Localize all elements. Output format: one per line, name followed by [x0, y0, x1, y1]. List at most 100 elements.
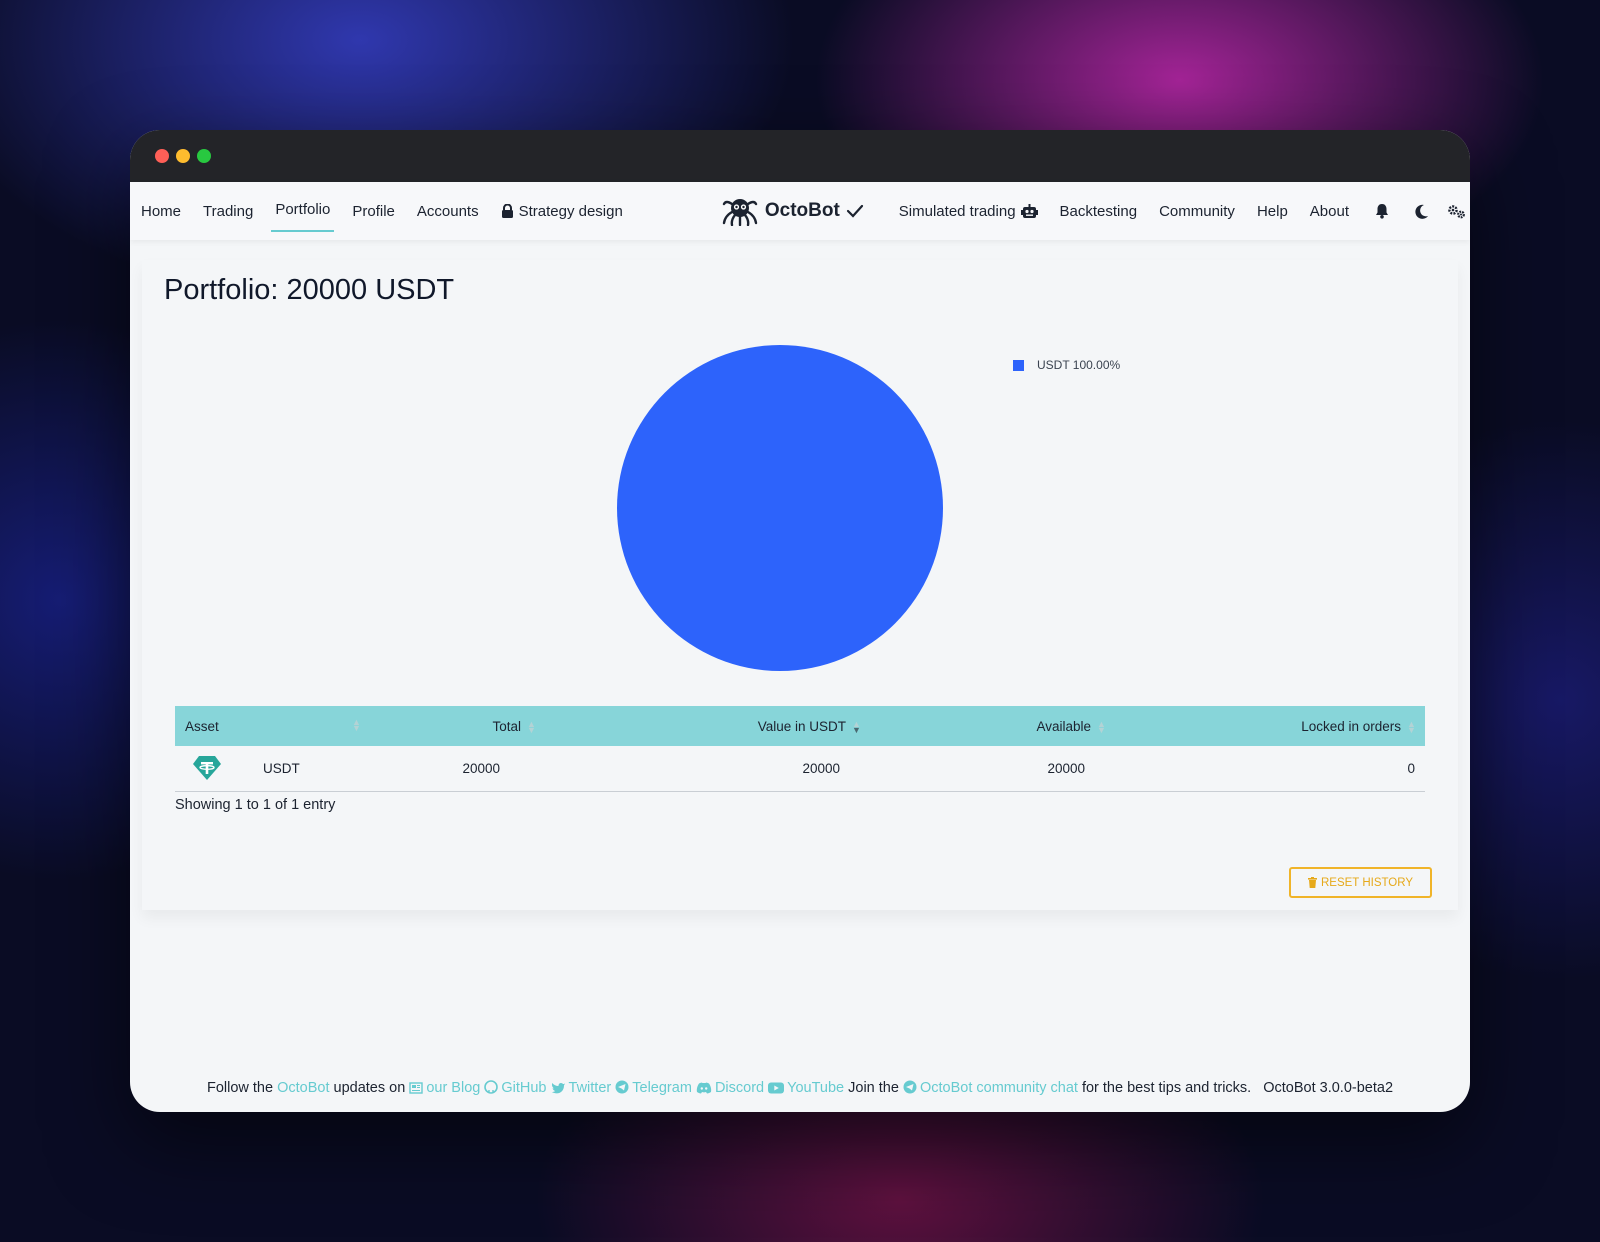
reset-history-label: RESET HISTORY — [1320, 876, 1414, 889]
blog-link[interactable]: our Blog — [409, 1080, 480, 1096]
nav-simulated-trading[interactable]: Simulated trading — [888, 182, 1049, 240]
nav-left-group: Home Trading Portfolio Profile Accounts … — [130, 182, 634, 240]
maximize-window-button[interactable] — [197, 149, 211, 163]
nav-trading-label: Trading — [203, 202, 254, 220]
col-value[interactable]: Value in USDT ▲ ▼ — [545, 706, 870, 746]
gears-icon — [1448, 204, 1465, 218]
nav-help[interactable]: Help — [1246, 182, 1299, 240]
nav-help-label: Help — [1256, 202, 1288, 220]
nav-profile-label: Profile — [352, 202, 395, 220]
newspaper-icon — [409, 1082, 424, 1094]
nav-home[interactable]: Home — [130, 182, 192, 240]
telegram-link[interactable]: Telegram — [615, 1080, 692, 1096]
community-chat-label: OctoBot community chat — [919, 1080, 1078, 1096]
assets-table: Asset ▲ ▼ Total ▲ ▼ Value in USDT ▲ ▼ Availab… — [175, 706, 1425, 792]
twitter-icon — [551, 1082, 565, 1094]
col-available-label: Available — [1036, 718, 1091, 734]
youtube-link[interactable]: YouTube — [768, 1080, 844, 1096]
notifications-button[interactable] — [1366, 182, 1398, 240]
sort-icon: ▲ ▼ — [527, 718, 536, 735]
col-asset[interactable]: Asset ▲ ▼ — [175, 706, 370, 746]
nav-strategy-design[interactable]: Strategy design — [490, 182, 634, 240]
nav-community[interactable]: Community — [1148, 182, 1246, 240]
lock-icon — [501, 203, 513, 218]
cell-asset: USDT — [175, 746, 370, 791]
nav-home-label: Home — [141, 202, 182, 220]
col-available[interactable]: Available ▲ ▼ — [870, 706, 1115, 746]
nav-portfolio-label: Portfolio — [275, 200, 331, 218]
settings-button[interactable] — [1438, 182, 1470, 240]
reset-history-button[interactable]: RESET HISTORY — [1289, 867, 1432, 898]
table-info: Showing 1 to 1 of 1 entry — [175, 797, 336, 813]
telegram-icon — [903, 1080, 917, 1094]
col-total[interactable]: Total ▲ ▼ — [370, 706, 545, 746]
top-navbar: Home Trading Portfolio Profile Accounts … — [130, 182, 1470, 240]
nav-backtesting-label: Backtesting — [1059, 202, 1138, 220]
footer: Follow the OctoBot updates on our Blog G… — [130, 1080, 1470, 1096]
col-value-label: Value in USDT — [757, 718, 846, 734]
asset-name: USDT — [263, 760, 300, 776]
table-header-row: Asset ▲ ▼ Total ▲ ▼ Value in USDT ▲ ▼ Availab… — [175, 706, 1425, 746]
github-icon — [484, 1080, 499, 1094]
pie-slice-usdt[interactable] — [617, 345, 943, 671]
nav-about[interactable]: About — [1299, 182, 1360, 240]
minimize-window-button[interactable] — [176, 149, 190, 163]
trash-icon — [1307, 877, 1317, 888]
window-titlebar — [130, 130, 1470, 182]
footer-text: Join the — [848, 1080, 899, 1096]
nav-strategy-design-label: Strategy design — [518, 202, 623, 220]
sort-desc-icon: ▲ ▼ — [852, 718, 861, 735]
nav-about-label: About — [1309, 202, 1349, 220]
discord-link[interactable]: Discord — [696, 1080, 764, 1096]
github-link-label: GitHub — [501, 1080, 547, 1096]
portfolio-pie-chart — [617, 345, 943, 671]
nav-trading[interactable]: Trading — [192, 182, 264, 240]
chart-legend[interactable]: USDT 100.00% — [1013, 358, 1120, 372]
brand-logo[interactable]: OctoBot — [711, 196, 880, 226]
sort-icon: ▲ ▼ — [1407, 718, 1416, 735]
footer-text: Follow the — [206, 1080, 274, 1096]
col-locked[interactable]: Locked in orders ▲ ▼ — [1115, 706, 1425, 746]
robot-icon — [1020, 203, 1038, 218]
blog-link-label: our Blog — [426, 1080, 481, 1096]
theme-toggle-button[interactable] — [1406, 182, 1438, 240]
telegram-icon — [615, 1080, 629, 1094]
moon-icon — [1415, 204, 1428, 219]
browser-window: Home Trading Portfolio Profile Accounts … — [130, 130, 1470, 1112]
col-locked-label: Locked in orders — [1301, 718, 1401, 734]
cell-locked: 0 — [1407, 760, 1415, 776]
sort-icon: ▲ ▼ — [352, 717, 361, 733]
nav-profile[interactable]: Profile — [341, 182, 406, 240]
col-asset-label: Asset — [185, 718, 219, 734]
legend-label: USDT 100.00% — [1037, 358, 1121, 372]
cell-total: 20000 — [462, 760, 500, 776]
nav-accounts-label: Accounts — [416, 202, 479, 220]
community-chat-link[interactable]: OctoBot community chat — [903, 1080, 1078, 1096]
discord-link-label: Discord — [714, 1080, 765, 1096]
nav-accounts[interactable]: Accounts — [406, 182, 490, 240]
legend-swatch — [1013, 359, 1024, 371]
brand-name: OctoBot — [764, 200, 840, 221]
version-label: OctoBot 3.0.0-beta2 — [1263, 1080, 1394, 1096]
octobot-link[interactable]: OctoBot — [277, 1080, 329, 1096]
youtube-icon — [768, 1082, 785, 1094]
twitter-link[interactable]: Twitter — [551, 1080, 612, 1096]
check-icon — [846, 204, 863, 218]
twitter-link-label: Twitter — [568, 1080, 612, 1096]
close-window-button[interactable] — [155, 149, 169, 163]
cell-available: 20000 — [1047, 760, 1085, 776]
discord-icon — [696, 1082, 712, 1094]
nav-portfolio[interactable]: Portfolio — [264, 182, 341, 240]
footer-text: updates on — [333, 1080, 406, 1096]
nav-right-group: OctoBot Simulated trading Backtesting Co… — [711, 182, 1470, 240]
nav-simulated-trading-label: Simulated trading — [898, 202, 1016, 220]
github-link[interactable]: GitHub — [484, 1080, 547, 1096]
cell-value: 20000 — [802, 760, 840, 776]
octobot-logo-icon — [722, 199, 758, 226]
youtube-link-label: YouTube — [787, 1080, 845, 1096]
bell-icon — [1376, 204, 1388, 219]
nav-community-label: Community — [1159, 202, 1235, 220]
nav-backtesting[interactable]: Backtesting — [1049, 182, 1149, 240]
footer-text: for the best tips and tricks. — [1081, 1080, 1252, 1096]
col-total-label: Total — [492, 718, 521, 734]
